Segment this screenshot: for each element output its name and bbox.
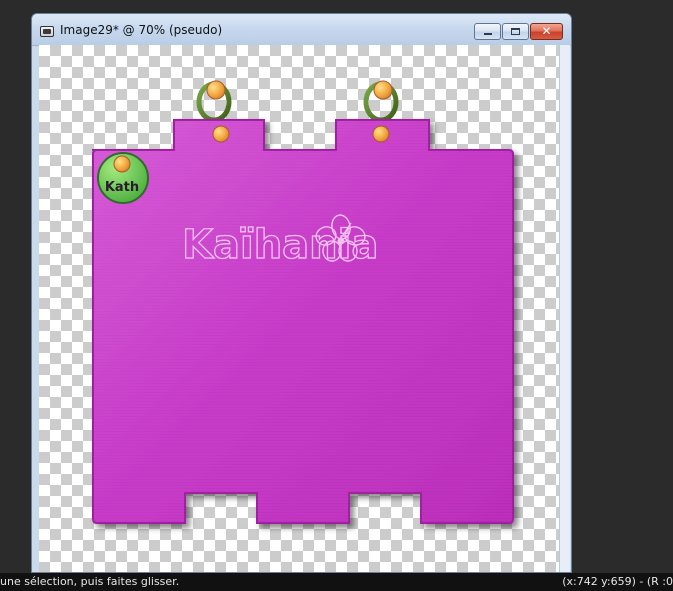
right-ring [363, 80, 399, 123]
maximize-icon [503, 24, 528, 39]
artwork-svg: Kath Kaïhania [92, 80, 514, 524]
window-controls: ✕ [474, 23, 563, 40]
minimize-button[interactable] [474, 23, 501, 40]
badge-label: Kath [105, 180, 139, 195]
close-button[interactable]: ✕ [530, 23, 563, 40]
maximize-button[interactable] [502, 23, 529, 40]
tab-bead-right [372, 125, 390, 143]
status-hint: une sélection, puis faites glisser. [0, 575, 180, 588]
vertical-scrollbar[interactable] [559, 45, 570, 572]
window-titlebar[interactable]: Image29* @ 70% (pseudo) ✕ [32, 14, 571, 46]
minimize-icon [475, 24, 500, 39]
status-bar: une sélection, puis faites glisser. (x:7… [0, 573, 673, 591]
cursor-coordinates: (x:742 y:659) - (R :0 [562, 575, 673, 588]
paint-shop-pro-app: Image29* @ 70% (pseudo) ✕ Kath Kaïhania … [0, 0, 673, 591]
left-ring [196, 80, 232, 123]
brushed-metal-overlay [93, 120, 513, 523]
window-title: Image29* @ 70% (pseudo) [60, 23, 223, 37]
image-window-icon [40, 26, 54, 37]
tab-bead-left [212, 125, 230, 143]
image-canvas[interactable]: Kath Kaïhania [39, 45, 560, 572]
kath-badge: Kath [97, 152, 149, 204]
close-icon: ✕ [541, 24, 552, 38]
image-window: Image29* @ 70% (pseudo) ✕ Kath Kaïhania [31, 13, 572, 573]
